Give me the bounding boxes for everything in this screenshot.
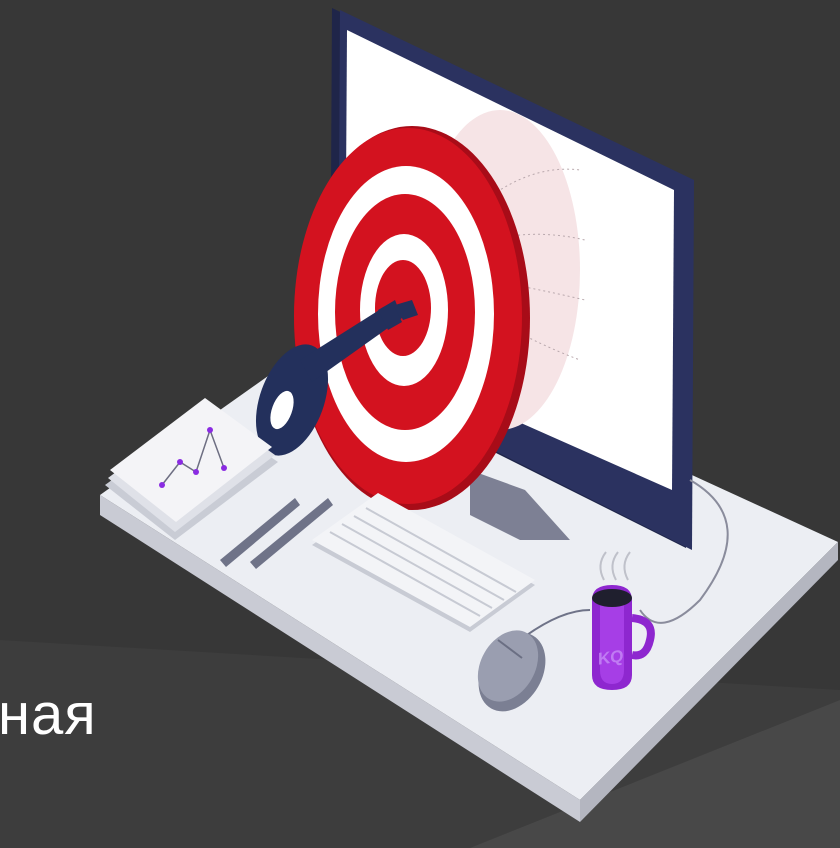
mug-logo: KQ	[598, 646, 624, 669]
caption-text: ная	[0, 682, 97, 747]
illustration-scene	[0, 0, 840, 848]
target-icon	[294, 126, 530, 510]
